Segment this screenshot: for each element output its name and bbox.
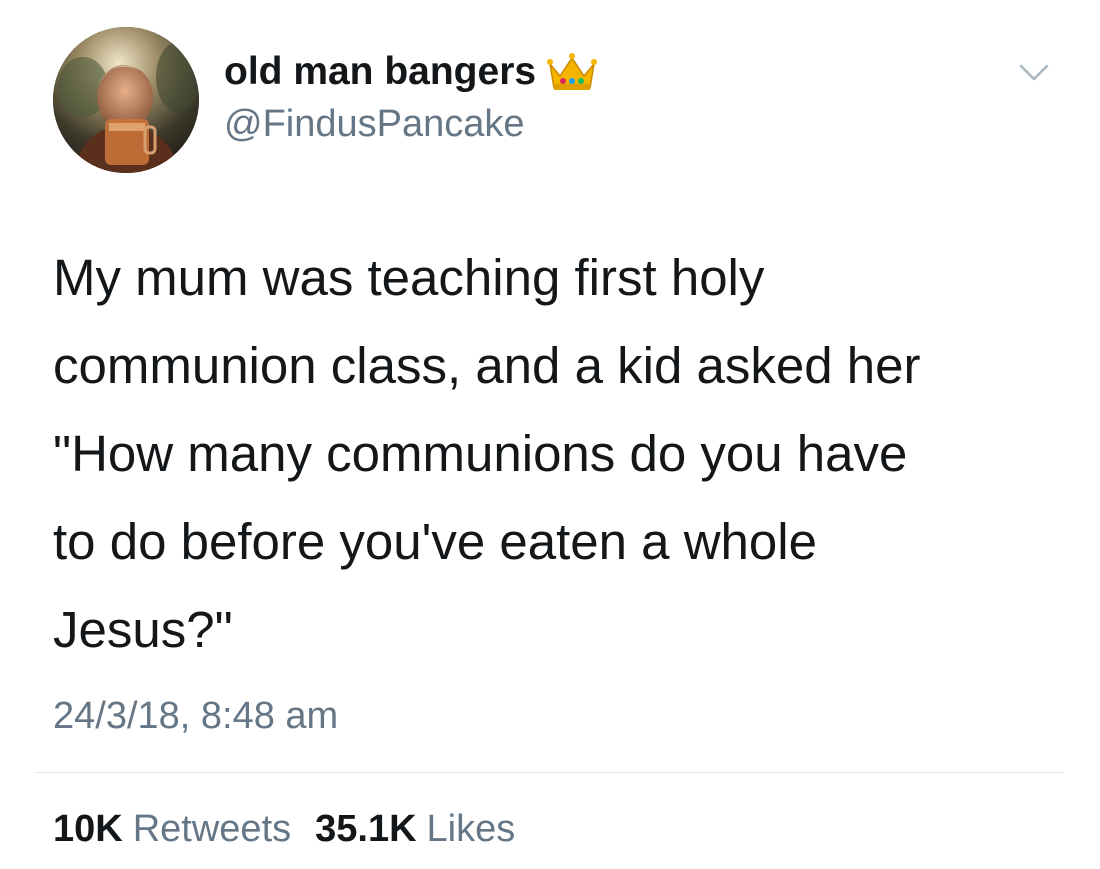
likes-label: Likes: [426, 808, 516, 850]
tweet-timestamp[interactable]: 24/3/18, 8:48 am: [53, 694, 338, 738]
chevron-down-icon[interactable]: [1018, 62, 1050, 84]
tweet-stats: 10K Retweets 35.1K Likes: [53, 807, 515, 851]
retweets-label: Retweets: [132, 808, 292, 850]
retweets-count: 10K: [53, 808, 123, 850]
tweet-text: My mum was teaching first holy communion…: [53, 249, 921, 658]
author-name-row[interactable]: old man bangers: [224, 50, 598, 94]
crown-icon: [546, 50, 598, 94]
likes-stat[interactable]: 35.1K Likes: [315, 807, 515, 851]
likes-count: 35.1K: [315, 808, 417, 850]
avatar-photo: [53, 27, 199, 173]
avatar[interactable]: [53, 27, 199, 173]
divider: [36, 772, 1064, 773]
user-handle[interactable]: @FindusPancake: [224, 102, 525, 146]
retweets-stat[interactable]: 10K Retweets: [53, 807, 291, 851]
display-name[interactable]: old man bangers: [224, 50, 536, 94]
